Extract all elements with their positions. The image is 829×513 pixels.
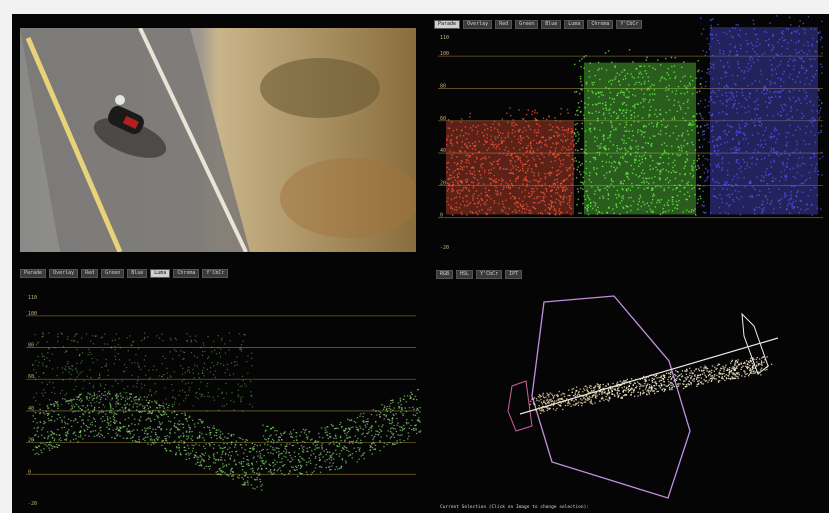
luma-scale-label: 0 <box>28 469 31 475</box>
luma-scale-label: 110 <box>28 295 37 301</box>
parade-scale-label: 110 <box>440 35 449 41</box>
luma-waveform-scope[interactable]: Parade Overlay Red Green Blue Luma Chroma Y'CbC… <box>12 266 422 513</box>
gamut-outline <box>531 295 691 499</box>
parade-scale-label: 60 <box>440 116 446 122</box>
vectorscope-plot <box>507 295 779 499</box>
luma-scale-label: 80 <box>28 343 34 349</box>
luma-scale-label: 60 <box>28 374 34 380</box>
target-box <box>507 380 533 432</box>
parade-scale-label: -20 <box>440 245 449 251</box>
blue-channel-trace <box>700 15 824 216</box>
vectorscope-trace <box>529 356 773 414</box>
selection-status-text: Current Selection (Click on Image to cha… <box>440 505 590 510</box>
luma-scale-label: -20 <box>28 501 37 507</box>
parade-scale-label: 20 <box>440 180 446 186</box>
luma-scale-label: 100 <box>28 311 37 317</box>
rgb-parade-scope[interactable]: Parade Overlay Red Green Blue Luma Chroma Y'CbC… <box>424 14 829 266</box>
parade-scale-label: 80 <box>440 83 446 89</box>
luma-plot: 110100806040200-20 <box>26 295 422 507</box>
parade-scale-label: 40 <box>440 148 446 154</box>
skin-tone-target <box>741 312 769 375</box>
luma-trace <box>32 332 422 491</box>
video-viewer[interactable] <box>20 28 416 252</box>
parade-scale-label: 0 <box>440 213 443 219</box>
green-channel-trace <box>574 49 702 216</box>
skin-tone-line <box>519 337 779 415</box>
video-frame-image <box>20 28 416 252</box>
red-channel-trace <box>446 107 575 216</box>
vectorscope[interactable]: RGB HSL Y'CbCr IPT Current Selection (Click… <box>424 266 829 513</box>
parade-scale-label: 100 <box>440 51 449 57</box>
scopes-window: Parade Overlay Red Green Blue Luma Chroma Y'CbC… <box>12 14 829 513</box>
parade-plot: 110 100 80 60 40 20 0 -20 <box>438 15 824 251</box>
